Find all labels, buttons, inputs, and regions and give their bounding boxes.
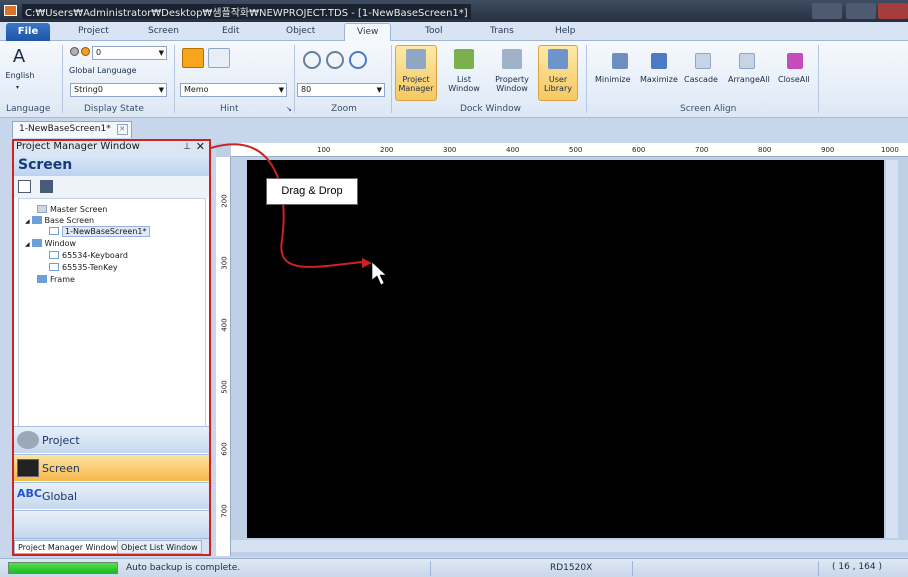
device-model: RD1520X — [550, 563, 593, 573]
status-divider — [818, 561, 819, 576]
drag-drop-callout: Drag & Drop — [266, 178, 358, 205]
status-bar: Auto backup is complete. RD1520X ( 16 , … — [0, 558, 908, 577]
mouse-cursor-icon — [371, 261, 387, 286]
status-divider — [632, 561, 633, 576]
backup-progress-bar — [8, 562, 118, 574]
status-divider — [430, 561, 431, 576]
status-message: Auto backup is complete. — [126, 563, 241, 573]
drag-drop-arrow — [210, 143, 387, 286]
cursor-coordinates: ( 16 , 164 ) — [832, 562, 882, 572]
